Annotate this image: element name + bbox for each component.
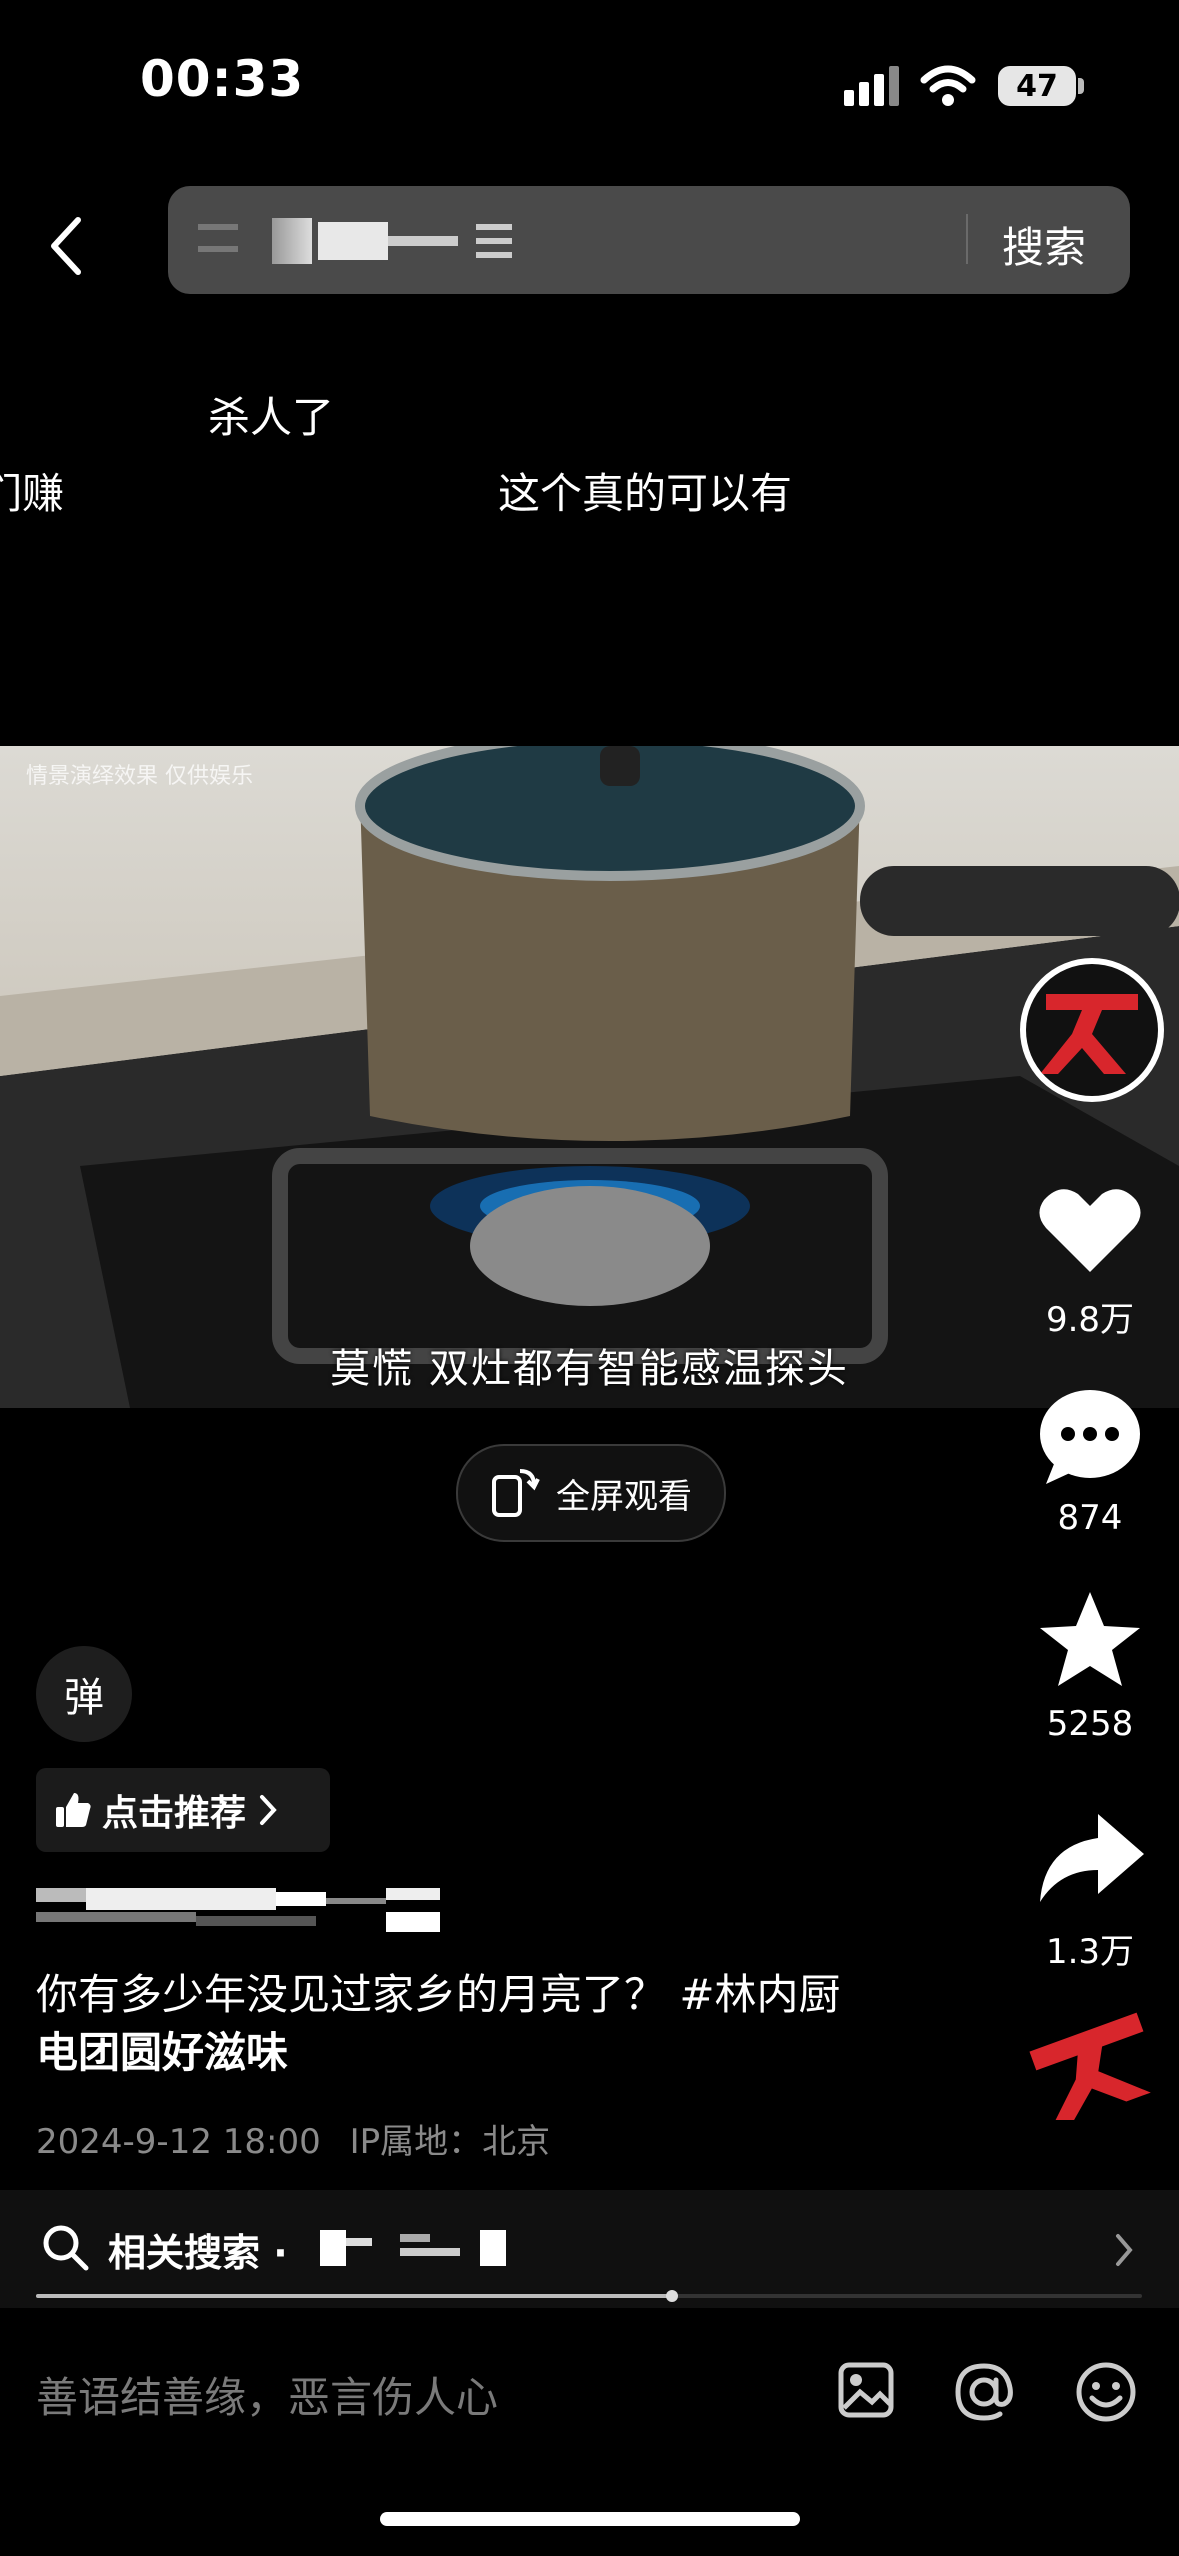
home-indicator	[380, 2512, 800, 2526]
danmaku-item: 杀人了	[208, 393, 335, 442]
danmaku-item: 们赚	[0, 469, 65, 518]
favorite-button[interactable]	[1020, 1590, 1160, 1690]
comment-input[interactable]: 善语结善缘，恶言伤人心	[36, 2364, 498, 2425]
share-icon	[1040, 1814, 1144, 1902]
recommend-button[interactable]: 点击推荐	[36, 1768, 330, 1852]
battery-indicator: 47	[998, 66, 1076, 106]
search-input[interactable]	[168, 186, 1130, 294]
comment-count: 874	[1057, 1498, 1123, 1538]
post-date: 2024-9-12 18:00	[36, 2122, 321, 2162]
heart-icon	[1039, 1189, 1141, 1272]
related-search-label: 相关搜索 ·	[108, 2231, 288, 2275]
share-button[interactable]	[1020, 1810, 1160, 1910]
wifi-icon	[920, 64, 976, 108]
author-name-blurred[interactable]	[36, 1888, 440, 1934]
share-count: 1.3万	[1045, 1932, 1135, 1972]
fullscreen-button[interactable]: 全屏观看	[456, 1444, 726, 1542]
battery-cap	[1078, 78, 1084, 94]
back-button[interactable]	[48, 212, 108, 282]
post-meta: 2024-9-12 18:00 IP属地：北京	[36, 2114, 550, 2163]
status-time: 00:33	[140, 50, 305, 108]
video-player[interactable]	[0, 746, 1179, 1408]
danmaku-toggle-label: 弹	[64, 1675, 104, 1721]
emoji-icon[interactable]	[1074, 2360, 1138, 2424]
description-line: 你有多少年没见过家乡的月亮了？ #林内厨	[36, 1970, 841, 2019]
author-avatar[interactable]	[1020, 958, 1164, 1102]
comment-button[interactable]	[1020, 1386, 1160, 1486]
fullscreen-label: 全屏观看	[556, 1476, 692, 1517]
video-frame	[0, 746, 1179, 1408]
favorite-count: 5258	[1046, 1704, 1134, 1744]
like-button[interactable]	[1020, 1180, 1160, 1280]
signal-icon	[844, 66, 904, 108]
video-progress-handle[interactable]	[666, 2290, 678, 2302]
search-divider	[966, 214, 968, 264]
thumbs-up-icon	[56, 1793, 91, 1827]
star-icon	[1040, 1592, 1140, 1686]
music-disc[interactable]	[1020, 2010, 1170, 2129]
search-icon	[43, 2225, 89, 2271]
video-subtitle: 莫慌 双灶都有智能感温探头	[330, 1346, 849, 1392]
description-line: 电团圆好滋味	[36, 2028, 289, 2077]
video-disclaimer: 情景演绎效果 仅供娱乐	[26, 764, 253, 789]
blurred-query	[198, 218, 528, 264]
like-count: 9.8万	[1045, 1300, 1135, 1340]
back-icon	[51, 217, 81, 275]
video-description: 你有多少年没见过家乡的月亮了？ #林内厨 电团圆好滋味	[36, 1966, 916, 2082]
search-button[interactable]: 搜索	[1002, 214, 1086, 275]
recommend-label: 点击推荐	[102, 1793, 247, 1834]
rotate-screen-icon	[492, 1469, 540, 1517]
related-query-blurred	[320, 2230, 510, 2266]
brand-logo-icon	[1029, 2012, 1151, 2129]
video-progress-fill	[36, 2294, 672, 2298]
image-icon[interactable]	[836, 2360, 896, 2420]
chevron-right-icon	[260, 1795, 277, 1825]
comment-icon	[1040, 1390, 1140, 1484]
danmaku-toggle[interactable]: 弹	[36, 1646, 132, 1742]
at-icon[interactable]	[952, 2360, 1016, 2424]
danmaku-item: 这个真的可以有	[498, 469, 793, 518]
chevron-right-icon[interactable]	[1112, 2230, 1136, 2270]
logo-icon	[1040, 994, 1138, 1074]
post-ip: IP属地：北京	[349, 2122, 551, 2162]
